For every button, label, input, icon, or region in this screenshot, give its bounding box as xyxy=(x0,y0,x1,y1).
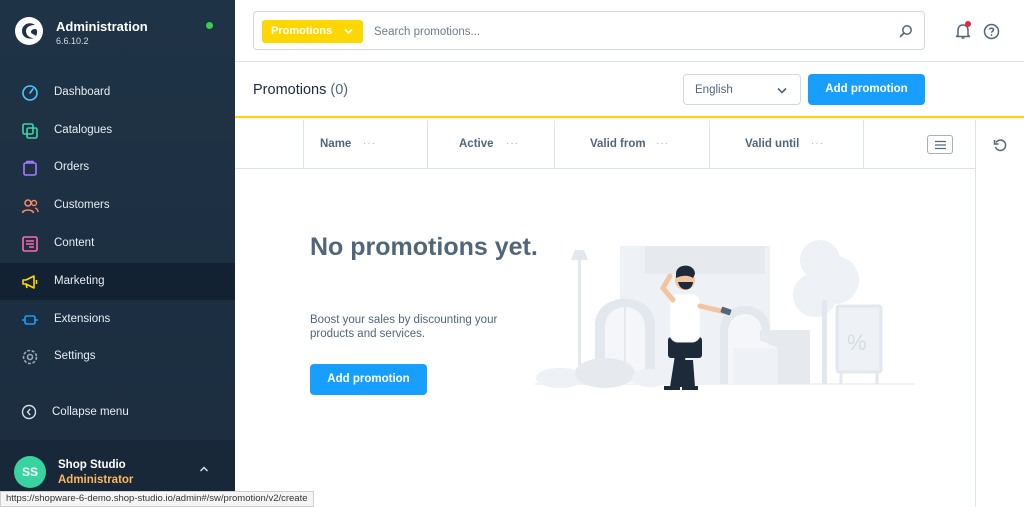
search-icon[interactable] xyxy=(899,24,913,38)
menu-lines-icon xyxy=(935,140,946,150)
sidebar-item-catalogues[interactable]: Catalogues xyxy=(0,112,235,149)
sidebar: Administration 6.6.10.2 Dashboard Catalo… xyxy=(0,0,235,507)
column-menu-icon[interactable]: ··· xyxy=(811,138,824,149)
sidebar-item-marketing[interactable]: Marketing xyxy=(0,263,235,300)
avatar: SS xyxy=(14,456,46,488)
orders-icon xyxy=(23,160,37,176)
notification-badge xyxy=(965,21,971,27)
column-header-valid-until[interactable]: Valid until ··· xyxy=(709,120,863,169)
catalogues-icon xyxy=(22,123,38,139)
content-icon xyxy=(22,236,38,252)
page-title-text: Promotions xyxy=(253,82,327,98)
settings-icon xyxy=(22,349,38,365)
language-select[interactable]: English xyxy=(683,74,801,105)
collapse-menu-button[interactable]: Collapse menu xyxy=(0,398,235,428)
user-role: Administrator xyxy=(58,474,134,486)
sidebar-item-label: Settings xyxy=(54,350,96,362)
column-label: Name xyxy=(320,138,352,150)
sidebar-item-label: Customers xyxy=(54,199,110,211)
column-menu-icon[interactable]: ··· xyxy=(506,138,519,149)
chevron-left-circle-icon xyxy=(21,404,37,420)
sidebar-item-dashboard[interactable]: Dashboard xyxy=(0,74,235,111)
grid-header: Name ··· Active ··· Valid from ··· Valid… xyxy=(235,120,975,169)
page-title: Promotions (0) xyxy=(253,82,348,98)
marketing-icon xyxy=(22,275,38,289)
chevron-up-icon[interactable] xyxy=(199,465,209,473)
right-sidebar xyxy=(975,120,1024,507)
dashboard-icon xyxy=(22,85,38,101)
empty-state-text: Boost your sales by discounting your pro… xyxy=(310,314,498,340)
sidebar-item-label: Marketing xyxy=(54,275,105,287)
column-header-valid-from[interactable]: Valid from ··· xyxy=(554,120,709,169)
add-promotion-button[interactable]: Add promotion xyxy=(808,74,925,105)
collapse-menu-label: Collapse menu xyxy=(52,406,129,418)
column-header-active[interactable]: Active ··· xyxy=(427,120,554,169)
empty-state-title: No promotions yet. xyxy=(310,233,538,261)
language-value: English xyxy=(695,84,733,96)
online-status-dot xyxy=(206,22,213,29)
customers-icon xyxy=(21,199,39,214)
app-version: 6.6.10.2 xyxy=(56,36,89,46)
sidebar-item-label: Dashboard xyxy=(54,86,111,98)
column-menu-icon[interactable]: ··· xyxy=(363,138,376,149)
chevron-down-icon xyxy=(344,28,353,35)
column-label: Active xyxy=(459,138,494,150)
sidebar-item-content[interactable]: Content xyxy=(0,225,235,262)
sidebar-item-label: Catalogues xyxy=(54,124,113,136)
sidebar-item-customers[interactable]: Customers xyxy=(0,187,235,224)
extensions-icon xyxy=(22,315,38,325)
help-icon[interactable] xyxy=(983,23,1000,40)
empty-state-illustration: % xyxy=(535,240,915,390)
top-bar: Promotions xyxy=(235,0,1024,62)
sidebar-item-label: Extensions xyxy=(54,313,111,325)
column-menu-icon[interactable]: ··· xyxy=(656,138,669,149)
sidebar-item-label: Content xyxy=(54,237,95,249)
global-search: Promotions xyxy=(253,11,925,50)
column-label: Valid from xyxy=(590,138,646,150)
sidebar-item-settings[interactable]: Settings xyxy=(0,338,235,375)
search-input[interactable] xyxy=(374,20,874,43)
page-header: Promotions (0) English Add promotion xyxy=(235,62,1024,118)
shopware-logo-icon[interactable] xyxy=(14,16,44,46)
item-count: (0) xyxy=(330,82,349,98)
search-type-label: Promotions xyxy=(271,25,333,37)
app-title: Administration xyxy=(56,19,148,34)
browser-status-url: https://shopware-6-demo.shop-studio.io/a… xyxy=(0,491,314,507)
sidebar-item-label: Orders xyxy=(54,161,90,173)
user-name: Shop Studio xyxy=(58,459,126,471)
svg-text:%: % xyxy=(847,330,867,355)
promotion-grid: Name ··· Active ··· Valid from ··· Valid… xyxy=(235,120,975,507)
column-label: Valid until xyxy=(745,138,800,150)
chevron-down-icon xyxy=(777,87,787,94)
column-settings-button[interactable] xyxy=(927,135,953,154)
empty-state-add-promotion-button[interactable]: Add promotion xyxy=(310,364,427,395)
search-type-dropdown[interactable]: Promotions xyxy=(262,20,363,43)
refresh-icon[interactable] xyxy=(993,138,1008,153)
sidebar-item-extensions[interactable]: Extensions xyxy=(0,301,235,338)
column-header-name[interactable]: Name ··· xyxy=(303,120,427,169)
column-header-actions xyxy=(863,120,975,169)
brand: Administration 6.6.10.2 xyxy=(0,0,235,66)
sidebar-item-orders[interactable]: Orders xyxy=(0,149,235,186)
